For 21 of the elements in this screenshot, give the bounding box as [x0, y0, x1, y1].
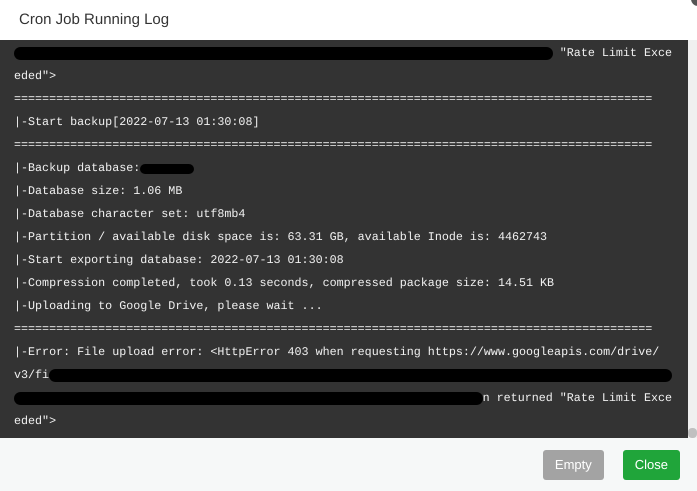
- close-button[interactable]: Close: [622, 450, 680, 480]
- log-text: |-Partition / available disk space is: 63.31 GB, available Inode is: 4462743: [14, 229, 548, 246]
- log-text: |-Start exporting database: 2022-07-13 01:30:08: [14, 252, 344, 269]
- log-text: |-Database size: 1.06 MB: [14, 183, 182, 200]
- log-text: eded">: [14, 68, 56, 85]
- log-text: |-Start backup[2022-07-13 01:30:08]: [14, 114, 260, 131]
- log-text: "Rate Limit Exce: [558, 45, 672, 62]
- redaction-mark: [140, 164, 194, 174]
- log-text: |-Backup database:: [14, 160, 140, 177]
- log-text: ===========================================================================================: [14, 91, 652, 108]
- log-text: n returned "Rate Limit Exce: [482, 390, 672, 407]
- scrollbar[interactable]: [688, 40, 697, 438]
- log-text: |-Database character set: utf8mb4: [14, 206, 246, 223]
- log-text: |-Uploading to Google Drive, please wait ...: [14, 298, 323, 315]
- log-text: |-Error: File upload error: <HttpError 403 when requesting https://www.googleapis.com/drive/: [14, 344, 660, 361]
- log-text: v3/fi: [14, 367, 50, 384]
- log-text: |-Compression completed, took 0.13 seconds, compressed package size: 14.51 KB: [14, 275, 554, 292]
- log-text: ===========================================================================================: [14, 321, 652, 338]
- log-text: eded">: [14, 413, 56, 430]
- dialog-title: Cron Job Running Log: [19, 10, 170, 30]
- log-text: ===========================================================================================: [14, 137, 652, 154]
